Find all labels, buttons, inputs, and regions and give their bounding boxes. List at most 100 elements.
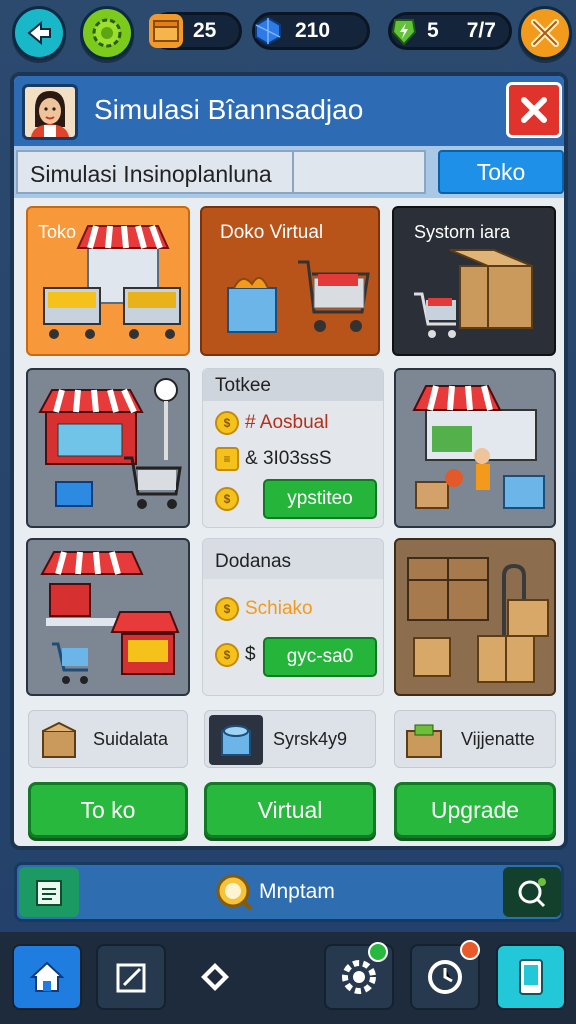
stats-card-1-header: Totkee bbox=[203, 369, 383, 401]
gem-icon bbox=[251, 14, 285, 48]
stats-card-2: Dodanas $ Schiako $ $ gyc-sa0 bbox=[202, 538, 384, 696]
stats-card-2-button[interactable]: gyc-sa0 bbox=[263, 637, 377, 677]
action-bar: Mnptam bbox=[14, 862, 564, 922]
phone-icon bbox=[519, 959, 543, 995]
stats-card-2-title: Dodanas bbox=[215, 551, 292, 572]
tile-toko-label: Toko bbox=[38, 222, 77, 242]
tools-button[interactable] bbox=[518, 6, 572, 60]
tile-system-label: Systorn iara bbox=[414, 222, 511, 242]
notification-badge bbox=[368, 942, 388, 962]
tile-toko[interactable]: Toko bbox=[26, 206, 190, 356]
blue-box-icon bbox=[221, 725, 251, 756]
clock-icon bbox=[428, 960, 462, 994]
stats-card-2-row-2-text: $ bbox=[245, 644, 256, 665]
tile-kiosks[interactable] bbox=[26, 538, 190, 696]
avatar bbox=[22, 84, 78, 140]
stats-card-2-header: Dodanas bbox=[203, 539, 383, 579]
notepad-icon bbox=[36, 880, 62, 906]
tile-warehouse-worker[interactable] bbox=[394, 368, 556, 528]
shop-button[interactable]: Toko bbox=[438, 150, 564, 194]
stats-card-1-row-2-text: & 3I03ssS bbox=[245, 448, 332, 469]
wrench-cross-icon bbox=[531, 19, 559, 47]
magnify-settings-button[interactable] bbox=[503, 867, 561, 917]
subtitle-text: Simulasi Insinoplanluna bbox=[30, 161, 272, 187]
stats-card-2-row-2: $ $ bbox=[215, 643, 256, 667]
bottom-nav bbox=[0, 932, 576, 1024]
nav-edit[interactable] bbox=[96, 944, 166, 1010]
crate-icon bbox=[149, 14, 183, 48]
subtitle-field[interactable]: Simulasi Insinoplanluna bbox=[16, 150, 426, 194]
tile-virtual-shop-label: Doko Virtual bbox=[220, 222, 324, 243]
chip-1[interactable]: Suidalata bbox=[28, 710, 188, 768]
coin-icon: $ bbox=[215, 643, 239, 667]
main-panel: Simulasi Bîannsadjao Simulasi Insinoplan… bbox=[10, 72, 568, 850]
tile-storage-boxes[interactable] bbox=[394, 538, 556, 696]
chip-2-icon-bg bbox=[209, 715, 263, 765]
stats-card-2-row-1: $ Schiako bbox=[215, 597, 313, 621]
nav-settings[interactable] bbox=[324, 942, 394, 1010]
stats-card-1-row-3: $ bbox=[215, 487, 239, 511]
nav-phone[interactable] bbox=[496, 944, 566, 1010]
chip-2[interactable]: Syrsk4y9 bbox=[204, 710, 376, 768]
upgrade-button[interactable]: Upgrade bbox=[394, 782, 556, 838]
arrow-left-icon bbox=[27, 20, 51, 46]
stats-card-1-button[interactable]: ypstiteo bbox=[263, 479, 377, 519]
alert-badge bbox=[460, 940, 480, 960]
panel-title: Simulasi Bîannsadjao bbox=[94, 94, 364, 125]
home-icon bbox=[29, 961, 65, 992]
divider bbox=[292, 152, 294, 192]
crate-count: 25 bbox=[193, 19, 217, 42]
close-button[interactable] bbox=[506, 82, 562, 138]
virtual-button[interactable]: Virtual bbox=[204, 782, 376, 838]
stats-card-1-row-2: ≡ & 3I03ssS bbox=[215, 447, 332, 471]
energy-count: 5 bbox=[427, 19, 439, 42]
tile-system[interactable]: Systorn iara bbox=[392, 206, 556, 356]
top-bar: 25 210 5 7/7 bbox=[0, 0, 576, 66]
gem-resource: 210 bbox=[252, 12, 370, 50]
ticket-icon: ≡ bbox=[215, 447, 239, 471]
settings-gear-button[interactable] bbox=[80, 6, 134, 60]
crate-icon bbox=[406, 724, 442, 758]
box-icon bbox=[42, 721, 76, 758]
coin-icon: $ bbox=[215, 411, 239, 435]
bolt-icon bbox=[387, 14, 421, 48]
search-field[interactable]: Mnptam bbox=[213, 871, 335, 913]
tile-store-building[interactable] bbox=[26, 368, 190, 528]
chip-3-label: Vijjenatte bbox=[461, 729, 535, 749]
energy-max: 7/7 bbox=[466, 19, 496, 42]
search-icon bbox=[216, 874, 253, 911]
back-button[interactable] bbox=[12, 6, 66, 60]
box-stack-icon bbox=[407, 557, 549, 683]
coin-icon: $ bbox=[215, 597, 239, 621]
magnify-gear-icon bbox=[518, 878, 546, 908]
gear-icon bbox=[342, 960, 376, 994]
tag-icon bbox=[201, 963, 229, 991]
stats-card-1-row-1-text: # Aosbual bbox=[245, 412, 329, 433]
chip-2-label: Syrsk4y9 bbox=[273, 729, 348, 749]
chip-3[interactable]: Vijjenatte bbox=[394, 710, 556, 768]
edit-icon bbox=[116, 963, 146, 993]
crate-resource: 25 bbox=[149, 12, 242, 50]
stats-card-1: Totkee $ # Aosbual ≡ & 3I03ssS $ ypstite… bbox=[202, 368, 384, 528]
stats-card-2-row-1-text: Schiako bbox=[245, 598, 313, 619]
gem-count: 210 bbox=[295, 19, 331, 42]
toko-button[interactable]: To ko bbox=[28, 782, 188, 838]
warehouse-worker-icon bbox=[412, 385, 545, 509]
search-label: Mnptam bbox=[259, 880, 335, 903]
kiosk-icon bbox=[40, 551, 180, 684]
chip-1-label: Suidalata bbox=[93, 729, 169, 749]
notepad-button[interactable] bbox=[19, 867, 79, 917]
stats-card-1-row-1: $ # Aosbual bbox=[215, 411, 328, 435]
close-icon bbox=[521, 97, 547, 123]
tile-virtual-shop[interactable]: Doko Virtual bbox=[200, 206, 380, 356]
nav-tag[interactable] bbox=[180, 944, 250, 1010]
stats-card-1-title: Totkee bbox=[215, 375, 271, 396]
store-building-icon bbox=[38, 378, 182, 509]
coin-icon: $ bbox=[215, 487, 239, 511]
panel-header: Simulasi Bîannsadjao bbox=[14, 76, 564, 146]
sub-bar: Simulasi Insinoplanluna Toko bbox=[14, 146, 564, 198]
nav-clock[interactable] bbox=[410, 940, 480, 1010]
energy-resource: 5 7/7 bbox=[388, 12, 512, 50]
nav-home[interactable] bbox=[12, 944, 82, 1010]
gear-icon bbox=[92, 18, 122, 48]
